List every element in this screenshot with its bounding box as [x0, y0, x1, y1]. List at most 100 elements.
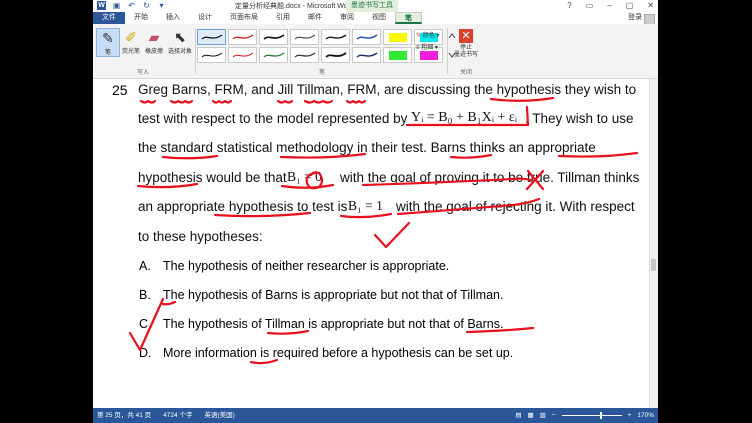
ink-underline-barns-2 — [449, 153, 493, 159]
pen-style-blue[interactable] — [352, 29, 381, 45]
ribbon-separator — [447, 28, 448, 74]
scrollbar-thumb[interactable] — [651, 259, 656, 271]
pen-thickness-label: 粗细 — [421, 45, 434, 51]
pen-color-dropdown[interactable]: ✎ 颜色 ▾ — [416, 30, 439, 39]
ink-check-tillman — [373, 221, 411, 249]
read-mode-icon[interactable]: ▤ — [515, 408, 521, 423]
write-group-label: 写入 — [137, 70, 150, 76]
highlighter-yellow[interactable] — [383, 29, 412, 45]
highlighter-button-label: 荧光笔 — [121, 49, 140, 55]
select-objects-button-label: 选择对象 — [167, 49, 192, 55]
pen-button[interactable]: ✎ 笔 — [96, 28, 120, 57]
chevron-down-icon: ▾ — [436, 33, 440, 39]
option-b-text: The hypothesis of Barns is appropriate b… — [163, 288, 504, 302]
title-bar: W ▣ ↶ ↻ ▾ 定量分析经典题.docx - Microsoft Word … — [93, 0, 658, 12]
tab-design[interactable]: 设计 — [189, 12, 221, 24]
tab-review[interactable]: 审阅 — [331, 12, 363, 24]
help-button[interactable]: ? — [567, 0, 571, 11]
quick-access-toolbar: W ▣ ↶ ↻ ▾ — [97, 1, 166, 10]
ink-underline-greg — [139, 99, 157, 104]
question-line-4b: with the goal of proving it to be true. … — [340, 170, 640, 185]
ribbon-tabs: 文件 开始 插入 设计 页面布局 引用 邮件 审阅 视图 笔 登录 — [93, 12, 658, 25]
ribbon-separator — [195, 28, 196, 74]
undo-icon[interactable]: ↶ — [127, 1, 136, 10]
chevron-down-icon: ▾ — [434, 45, 438, 51]
ink-underline-hypothesis-d — [249, 358, 279, 365]
word-window: W ▣ ↶ ↻ ▾ 定量分析经典题.docx - Microsoft Word … — [93, 0, 658, 423]
pen-button-label: 笔 — [104, 50, 111, 56]
web-layout-icon[interactable]: ▥ — [540, 408, 546, 423]
tab-mailings[interactable]: 邮件 — [299, 12, 331, 24]
select-objects-button[interactable]: ⬉ 选择对象 — [167, 28, 193, 55]
tab-insert[interactable]: 插入 — [157, 12, 189, 24]
pen-color-icon: ✎ — [416, 33, 422, 39]
pen-style-black-2[interactable] — [197, 47, 226, 63]
pen-style-red-thin[interactable] — [228, 29, 257, 45]
page-counter[interactable]: 第 25 页，共 41 页 — [97, 408, 151, 423]
question-line-5b: with the goal of rejecting it. With resp… — [396, 199, 635, 214]
maximize-button[interactable]: ▢ — [626, 0, 634, 11]
pen-style-red-2[interactable] — [228, 47, 257, 63]
redo-icon[interactable]: ↻ — [142, 1, 151, 10]
document-title: 定量分析经典题.docx - Microsoft Word — [235, 3, 354, 10]
pen-style-black-4[interactable] — [321, 47, 350, 63]
ink-underline-barns-1 — [169, 99, 194, 104]
zoom-out-button[interactable]: − — [552, 408, 556, 423]
login-link[interactable]: 登录 — [628, 12, 642, 24]
close-button[interactable]: ✕ — [647, 0, 654, 11]
window-controls: ? ▭ – ▢ ✕ — [567, 0, 654, 11]
stop-inking-button[interactable]: ✕ 停止 墨迹书写 — [451, 29, 481, 59]
word-logo-icon: W — [97, 1, 106, 10]
ink-underline-b1-tillman — [339, 212, 393, 219]
zoom-slider[interactable] — [561, 412, 622, 419]
pen-style-green[interactable] — [259, 47, 288, 63]
tab-layout[interactable]: 页面布局 — [221, 12, 267, 24]
status-bar: 第 25 页，共 41 页 4724 个字 英语(美国) ▤ ▦ ▥ − + 1… — [93, 408, 658, 423]
highlighter-button[interactable]: ✐ 荧光笔 — [120, 28, 142, 55]
ink-underline-b-the — [161, 300, 177, 306]
print-layout-icon[interactable]: ▦ — [527, 408, 533, 423]
zoom-in-button[interactable]: + — [628, 408, 632, 423]
pen-thickness-icon: ≡ — [416, 45, 420, 51]
ink-underline-tillman-c — [266, 329, 310, 335]
pen-style-navy[interactable] — [352, 47, 381, 63]
question-line-6: to these hypotheses: — [138, 229, 263, 244]
pen-style-black-3[interactable] — [290, 47, 319, 63]
ink-underline-frm-2 — [345, 99, 367, 104]
pen-color-label: 颜色 — [422, 33, 435, 39]
option-a-letter: A. — [139, 259, 151, 273]
option-c-letter: C. — [139, 317, 152, 331]
tab-file[interactable]: 文件 — [93, 12, 125, 24]
pen-icon: ✎ — [102, 30, 114, 46]
tab-home[interactable]: 开始 — [125, 12, 157, 24]
eraser-button-label: 橡皮擦 — [144, 49, 163, 55]
highlighter-green[interactable] — [383, 47, 412, 63]
ink-underline-tillman — [303, 99, 334, 104]
pen-style-black-thin[interactable] — [197, 29, 226, 45]
select-pointer-icon: ⬉ — [174, 29, 186, 45]
pen-thickness-dropdown[interactable]: ≡ 粗细 ▾ — [416, 42, 438, 51]
tab-pen[interactable]: 笔 — [395, 12, 422, 24]
tab-references[interactable]: 引用 — [267, 12, 299, 24]
customize-icon[interactable]: ▾ — [157, 1, 166, 10]
ribbon-display-button[interactable]: ▭ — [586, 0, 594, 11]
ink-underline-b1-barns — [280, 183, 335, 189]
vertical-scrollbar[interactable] — [649, 79, 658, 408]
word-count[interactable]: 4724 个字 — [163, 408, 192, 423]
save-icon[interactable]: ▣ — [112, 1, 121, 10]
ribbon: ✎ 笔 ✐ 荧光笔 ▰ 橡皮擦 ⬉ 选择对象 写入 ✎ 颜色 ▾ ≡ 粗细 ▾ … — [93, 24, 658, 79]
pen-style-black-medium[interactable] — [259, 29, 288, 45]
pen-group-label: 笔 — [319, 70, 326, 76]
eraser-button[interactable]: ▰ 橡皮擦 — [143, 28, 165, 55]
pen-style-gray[interactable] — [290, 29, 319, 45]
tab-view[interactable]: 视图 — [363, 12, 395, 24]
minimize-button[interactable]: – — [607, 0, 611, 11]
question-line-1: Greg Barns, FRM, and Jill Tillman, FRM, … — [138, 82, 637, 97]
pen-style-dark[interactable] — [321, 29, 350, 45]
stop-inking-label-1: 停止 — [459, 45, 472, 51]
ink-underline-hypothesis-1 — [489, 96, 555, 102]
language-indicator[interactable]: 英语(美国) — [204, 408, 234, 423]
eraser-icon: ▰ — [148, 29, 160, 45]
zoom-level[interactable]: 170% — [637, 408, 654, 423]
document-page[interactable]: 25 Greg Barns, FRM, and Jill Tillman, FR… — [93, 79, 650, 408]
